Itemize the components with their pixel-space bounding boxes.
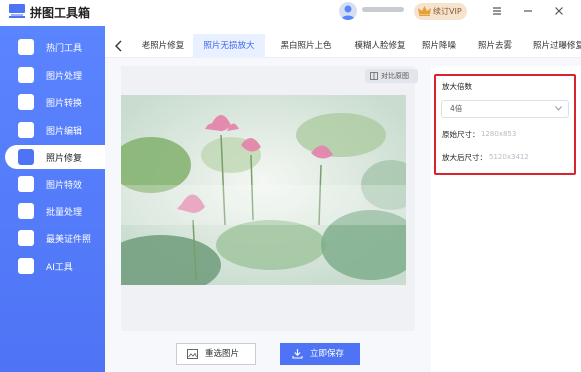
username-blurred (362, 7, 404, 12)
renew-vip-button[interactable]: 续订VIP (414, 3, 467, 20)
compare-icon (370, 72, 378, 80)
original-size-label: 原始尺寸： (442, 130, 480, 139)
sidebar-item-ai-tools[interactable]: AI工具 (0, 254, 105, 278)
image-process-icon (18, 67, 34, 83)
scale-value: 4倍 (450, 104, 463, 113)
reselect-label: 重选图片 (205, 349, 240, 359)
vip-label: 续订VIP (433, 7, 462, 16)
tool-tabs: 老照片修复 照片无损放大 黑白照片上色 模糊人脸修复 照片降噪 照片去雾 照片过… (105, 34, 581, 58)
hot-icon (18, 39, 34, 55)
app-title: 拼图工具箱 (30, 6, 91, 20)
sidebar-item-label: 最美证件照 (46, 235, 92, 245)
save-now-button[interactable]: 立即保存 (280, 343, 360, 365)
sidebar-item-batch[interactable]: 批量处理 (0, 199, 105, 223)
sidebar-item-label: 图片编辑 (46, 127, 83, 137)
image-effects-icon (18, 176, 34, 192)
sidebar-item-label: AI工具 (46, 263, 73, 273)
download-icon (292, 349, 303, 359)
menu-icon[interactable] (491, 5, 503, 17)
chevron-left-icon[interactable] (113, 39, 125, 53)
sidebar-item-label: 图片处理 (46, 72, 83, 82)
tab-denoise[interactable]: 照片降噪 (419, 34, 459, 58)
batch-icon (18, 203, 34, 219)
save-label: 立即保存 (310, 349, 345, 359)
compare-original-button[interactable]: 对比原图 (365, 69, 418, 83)
reselect-image-button[interactable]: 重选图片 (176, 343, 256, 365)
enlarged-size-value: 5120x3412 (489, 153, 529, 161)
tab-face-repair[interactable]: 模糊人脸修复 (345, 34, 415, 58)
sidebar-item-label: 图片特效 (46, 181, 83, 191)
sidebar-item-hot-tools[interactable]: 热门工具 (0, 35, 105, 59)
title-bar: 拼图工具箱 续订VIP (0, 0, 581, 26)
app-logo-icon (9, 4, 25, 18)
preview-image (121, 95, 406, 285)
photo-repair-icon (18, 149, 34, 165)
tab-old-photo-repair[interactable]: 老照片修复 (135, 34, 191, 58)
image-edit-icon (18, 122, 34, 138)
compare-label: 对比原图 (381, 72, 409, 80)
ai-icon (18, 258, 34, 274)
scale-select[interactable]: 4倍 (441, 100, 569, 118)
close-icon[interactable] (553, 5, 565, 17)
tab-colorize[interactable]: 黑白照片上色 (271, 34, 341, 58)
sidebar-item-label: 批量处理 (46, 208, 83, 218)
minimize-icon[interactable] (522, 5, 534, 17)
image-icon (187, 349, 198, 359)
sidebar-item-image-edit[interactable]: 图片编辑 (0, 118, 105, 142)
crown-icon (418, 6, 431, 16)
sidebar-item-label: 照片修复 (46, 154, 83, 164)
sidebar-item-label: 图片转换 (46, 99, 83, 109)
sidebar: 热门工具 图片处理 图片转换 图片编辑 照片修复 图片特效 批量处理 最美证件照… (0, 26, 105, 372)
sidebar-item-id-photo[interactable]: 最美证件照 (0, 226, 105, 250)
tab-dehaze[interactable]: 照片去雾 (475, 34, 515, 58)
sidebar-item-image-effects[interactable]: 图片特效 (0, 172, 105, 196)
scale-label: 放大倍数 (442, 82, 472, 91)
avatar[interactable] (339, 2, 357, 20)
image-convert-icon (18, 94, 34, 110)
sidebar-item-photo-repair[interactable]: 照片修复 (5, 145, 105, 169)
sidebar-item-image-process[interactable]: 图片处理 (0, 63, 105, 87)
original-size-value: 1280x853 (481, 130, 517, 138)
sidebar-item-label: 热门工具 (46, 44, 83, 54)
tab-overexposure[interactable]: 照片过曝修复 (533, 34, 581, 58)
enlarged-size-label: 放大后尺寸： (442, 153, 487, 162)
id-photo-icon (18, 230, 34, 246)
chevron-down-icon (555, 106, 562, 111)
tab-lossless-enlarge[interactable]: 照片无损放大 (193, 34, 265, 58)
sidebar-item-image-convert[interactable]: 图片转换 (0, 90, 105, 114)
